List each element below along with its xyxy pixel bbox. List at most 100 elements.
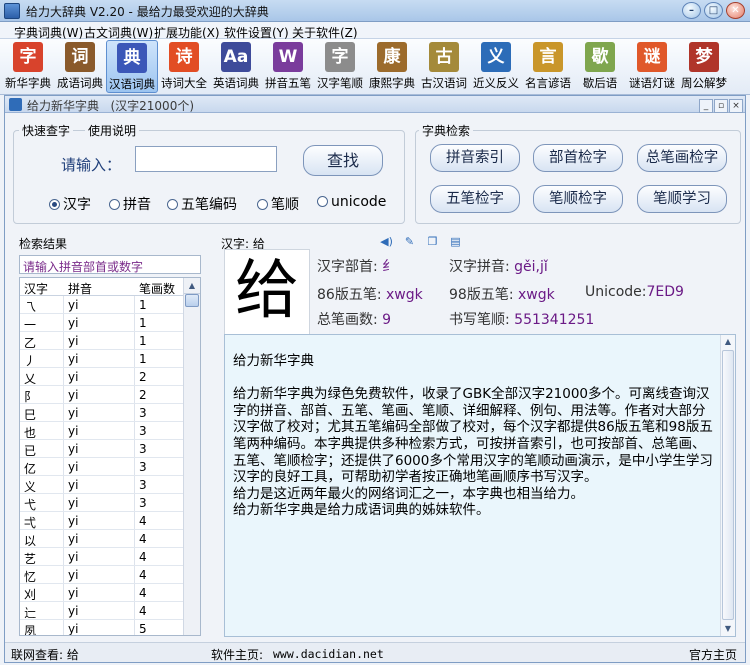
edit-icon[interactable]: ✎ — [403, 235, 416, 248]
table-cell: yi — [68, 586, 79, 600]
table-cell: yi — [68, 478, 79, 492]
table-row[interactable]: 巳 yi 3 — [20, 404, 184, 422]
table-row[interactable]: 也 yi 3 — [20, 422, 184, 440]
radio-pinyin[interactable]: 拼音 — [109, 194, 151, 214]
table-cell: yi — [68, 568, 79, 582]
column-header[interactable]: 拼音 — [68, 280, 92, 297]
stroke-order-info: 书写笔顺: 551341251 — [449, 312, 595, 328]
table-row[interactable]: 一 yi 1 — [20, 314, 184, 332]
total-strokes-lookup-button[interactable]: 总笔画检字 — [637, 144, 727, 172]
table-cell: yi — [68, 622, 79, 636]
table-row[interactable]: 刈 yi 4 — [20, 584, 184, 602]
wubi-lookup-button[interactable]: 五笔检字 — [430, 185, 520, 213]
toolbar-synonym-button[interactable]: 义近义反义 — [470, 40, 522, 93]
definition-scrollbar[interactable]: ▲ ▼ — [720, 335, 735, 636]
toolbar-ancient-chinese-button[interactable]: 古古汉语词 — [418, 40, 470, 93]
scroll-up-icon[interactable]: ▲ — [184, 278, 200, 294]
maximize-button[interactable]: □ — [704, 2, 723, 19]
column-header[interactable]: 汉字 — [24, 280, 48, 297]
table-row[interactable]: 以 yi 4 — [20, 530, 184, 548]
table-row[interactable]: 弌 yi 4 — [20, 512, 184, 530]
table-row[interactable]: 艺 yi 4 — [20, 548, 184, 566]
results-filter-input[interactable]: 请输入拼音部首或数字 — [19, 255, 201, 274]
toolbar-english-dict-button[interactable]: Aa 英语词典 — [210, 40, 262, 93]
toolbar-quotes-button[interactable]: 言名言谚语 — [522, 40, 574, 93]
table-cell: yi — [68, 460, 79, 474]
xinhua-dict-icon: 字 — [13, 42, 43, 72]
unicode-info: Unicode:7ED9 — [585, 284, 684, 300]
radio-hanzi[interactable]: 汉字 — [49, 194, 91, 214]
official-homepage-link[interactable]: 官方主页 — [689, 646, 737, 663]
table-cell: 弌 — [24, 516, 37, 530]
scroll-down-icon[interactable]: ▼ — [721, 622, 735, 636]
table-row[interactable]: 阝 yi 2 — [20, 386, 184, 404]
toolbar-pinyin-wubi-button[interactable]: W 拼音五笔 — [262, 40, 314, 93]
help-link[interactable]: 使用说明 — [85, 122, 140, 139]
query-input[interactable] — [135, 146, 277, 172]
app-icon — [4, 3, 20, 19]
radio-dot[interactable] — [257, 199, 268, 210]
radio-wubi[interactable]: 五笔编码 — [167, 194, 237, 214]
toolbar-chinese-dict-button[interactable]: 典汉语词典 — [106, 40, 158, 93]
table-cell: 乂 — [24, 372, 37, 386]
results-scrollbar[interactable]: ▲ — [183, 278, 200, 635]
definition-title: 给力新华字典 — [233, 353, 314, 369]
toolbar-idiom-dict-button[interactable]: 词成语词典 — [54, 40, 106, 93]
table-cell: 忆 — [24, 570, 37, 584]
table-row[interactable]: 已 yi 3 — [20, 440, 184, 458]
online-lookup-link[interactable]: 联网查看: 给 — [11, 646, 79, 663]
minimize-button[interactable]: – — [682, 2, 701, 19]
radio-stroke-order[interactable]: 笔顺 — [257, 194, 299, 214]
close-button[interactable]: ✕ — [726, 2, 745, 19]
definition-paragraph: 给力是这近两年最火的网络词汇之一，本字典也相当给力。 — [233, 485, 584, 502]
xinhua-dict-window: 给力新华字典 (汉字21000个) _ ▫ × 快速查字 使用说明 请输入： 查找 … — [4, 95, 746, 663]
toolbar-kangxi-dict-button[interactable]: 康康熙字典 — [366, 40, 418, 93]
toolbar-riddle-button[interactable]: 谜谜语灯谜 — [626, 40, 678, 93]
toolbar-poetry-button[interactable]: 诗诗词大全 — [158, 40, 210, 93]
table-row[interactable]: 忆 yi 4 — [20, 566, 184, 584]
definition-paragraph: 给力新华字典为绿色免费软件，收录了GBK全部汉字21000多个。可离线查询汉字的… — [233, 386, 713, 486]
scroll-thumb[interactable] — [185, 294, 199, 307]
inner-minimize-button[interactable]: _ — [699, 99, 713, 113]
stroke-order-lookup-button[interactable]: 笔顺检字 — [533, 185, 623, 213]
table-row[interactable]: 乙 yi 1 — [20, 332, 184, 350]
copy-icon[interactable]: ❐ — [426, 235, 439, 248]
homepage-url[interactable]: www.dacidian.net — [273, 647, 384, 661]
scroll-thumb[interactable] — [722, 350, 734, 620]
stroke-learning-button[interactable]: 笔顺学习 — [637, 185, 727, 213]
radio-dot[interactable] — [109, 199, 120, 210]
radical-lookup-button[interactable]: 部首检字 — [533, 144, 623, 172]
search-button[interactable]: 查找 — [303, 145, 383, 176]
table-row[interactable]: 弋 yi 3 — [20, 494, 184, 512]
toolbar-xiehouyu-button[interactable]: 歇歇后语 — [574, 40, 626, 93]
table-row[interactable]: 夙 yi 5 — [20, 620, 184, 636]
table-row[interactable]: 乁 yi 1 — [20, 296, 184, 314]
table-row[interactable]: 辷 yi 4 — [20, 602, 184, 620]
speaker-icon[interactable]: ◀) — [380, 235, 393, 248]
results-table: 汉字 拼音 笔画数 乁 yi 1 一 yi 1 乙 yi 1 丿 yi 1 乂 yi 2 阝 yi 2 巳 yi 3 也 y… — [19, 277, 201, 636]
radio-unicode[interactable]: unicode — [317, 194, 386, 210]
table-row[interactable]: 义 yi 3 — [20, 476, 184, 494]
radio-dot[interactable] — [317, 196, 328, 207]
table-cell: 阝 — [24, 390, 37, 404]
toolbar-label: 康熙字典 — [369, 76, 415, 90]
table-cell: 4 — [139, 568, 147, 582]
inner-close-button[interactable]: × — [729, 99, 743, 113]
scroll-up-icon[interactable]: ▲ — [721, 335, 735, 349]
table-row[interactable]: 丿 yi 1 — [20, 350, 184, 368]
radio-dot[interactable] — [49, 199, 60, 210]
pinyin-index-button[interactable]: 拼音索引 — [430, 144, 520, 172]
table-row[interactable]: 乂 yi 2 — [20, 368, 184, 386]
toolbar-xinhua-dict-button[interactable]: 字新华字典 — [2, 40, 54, 93]
dream-icon: 梦 — [689, 42, 719, 72]
character-glyph: 给 — [235, 254, 299, 328]
status-bar: 联网查看: 给 软件主页: www.dacidian.net 官方主页 — [5, 642, 745, 662]
inner-restore-button[interactable]: ▫ — [714, 99, 728, 113]
toolbar-dream-button[interactable]: 梦周公解梦 — [678, 40, 730, 93]
toolbar-stroke-order-button[interactable]: 字汉字笔顺 — [314, 40, 366, 93]
radio-dot[interactable] — [167, 199, 178, 210]
paste-icon[interactable]: ▤ — [449, 235, 462, 248]
definition-paragraph: 给力新华字典是给力成语词典的姊妹软件。 — [233, 502, 490, 519]
column-header[interactable]: 笔画数 — [139, 280, 175, 297]
table-row[interactable]: 亿 yi 3 — [20, 458, 184, 476]
